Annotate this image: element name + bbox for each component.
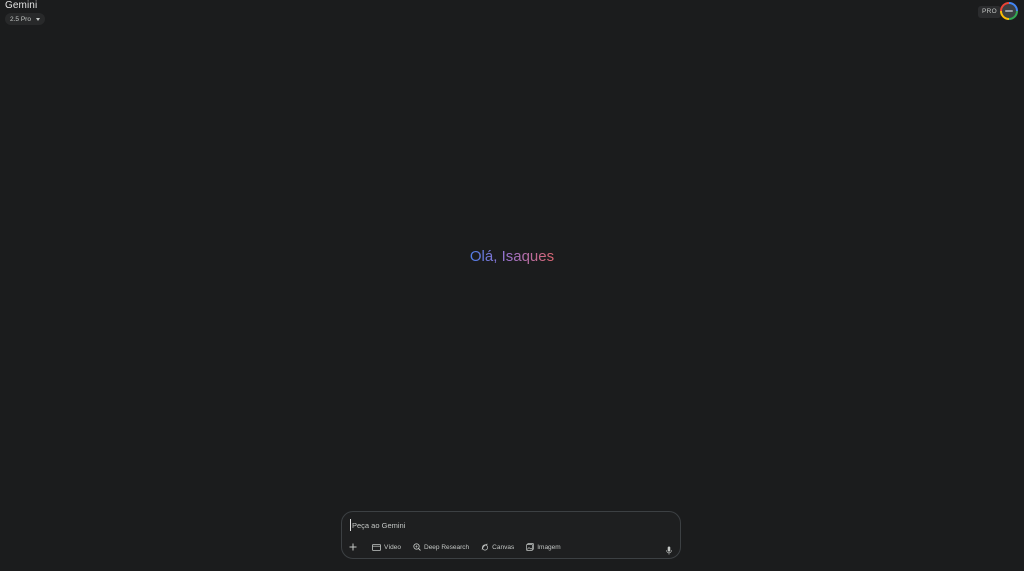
chevron-down-icon [35,17,40,21]
image-icon [526,543,535,551]
image-tool-button[interactable]: Imagem [526,543,561,551]
canvas-tool-label: Canvas [492,543,515,551]
model-picker-button[interactable]: 2.5 Pro [5,13,45,25]
greeting-text: Olá, Isaques [469,248,555,265]
account-avatar[interactable] [1000,2,1018,20]
gemini-page: Gemini 2.5 Pro PRO Olá, Isaques Vídeo De… [0,0,1024,571]
prompt-input[interactable] [350,519,652,531]
mic-icon[interactable] [666,542,672,560]
deep-research-icon [413,543,421,551]
greeting: Olá, Isaques [0,248,1024,265]
plan-badge: PRO [978,6,1001,18]
video-tool-label: Vídeo [384,543,401,551]
composer-toolbar: Vídeo Deep Research Canvas Imagem [348,541,561,553]
plus-icon[interactable] [348,542,358,552]
video-tool-button[interactable]: Vídeo [372,544,401,551]
avatar-image [1002,4,1016,18]
video-icon [372,543,381,551]
app-title: Gemini [5,0,38,11]
deep-research-tool-button[interactable]: Deep Research [413,543,469,551]
deep-research-tool-label: Deep Research [424,543,470,551]
canvas-tool-button[interactable]: Canvas [481,543,514,551]
model-label: 2.5 Pro [10,15,31,23]
canvas-icon [481,543,489,551]
image-tool-label: Imagem [537,543,561,551]
prompt-composer: Vídeo Deep Research Canvas Imagem [341,511,681,559]
